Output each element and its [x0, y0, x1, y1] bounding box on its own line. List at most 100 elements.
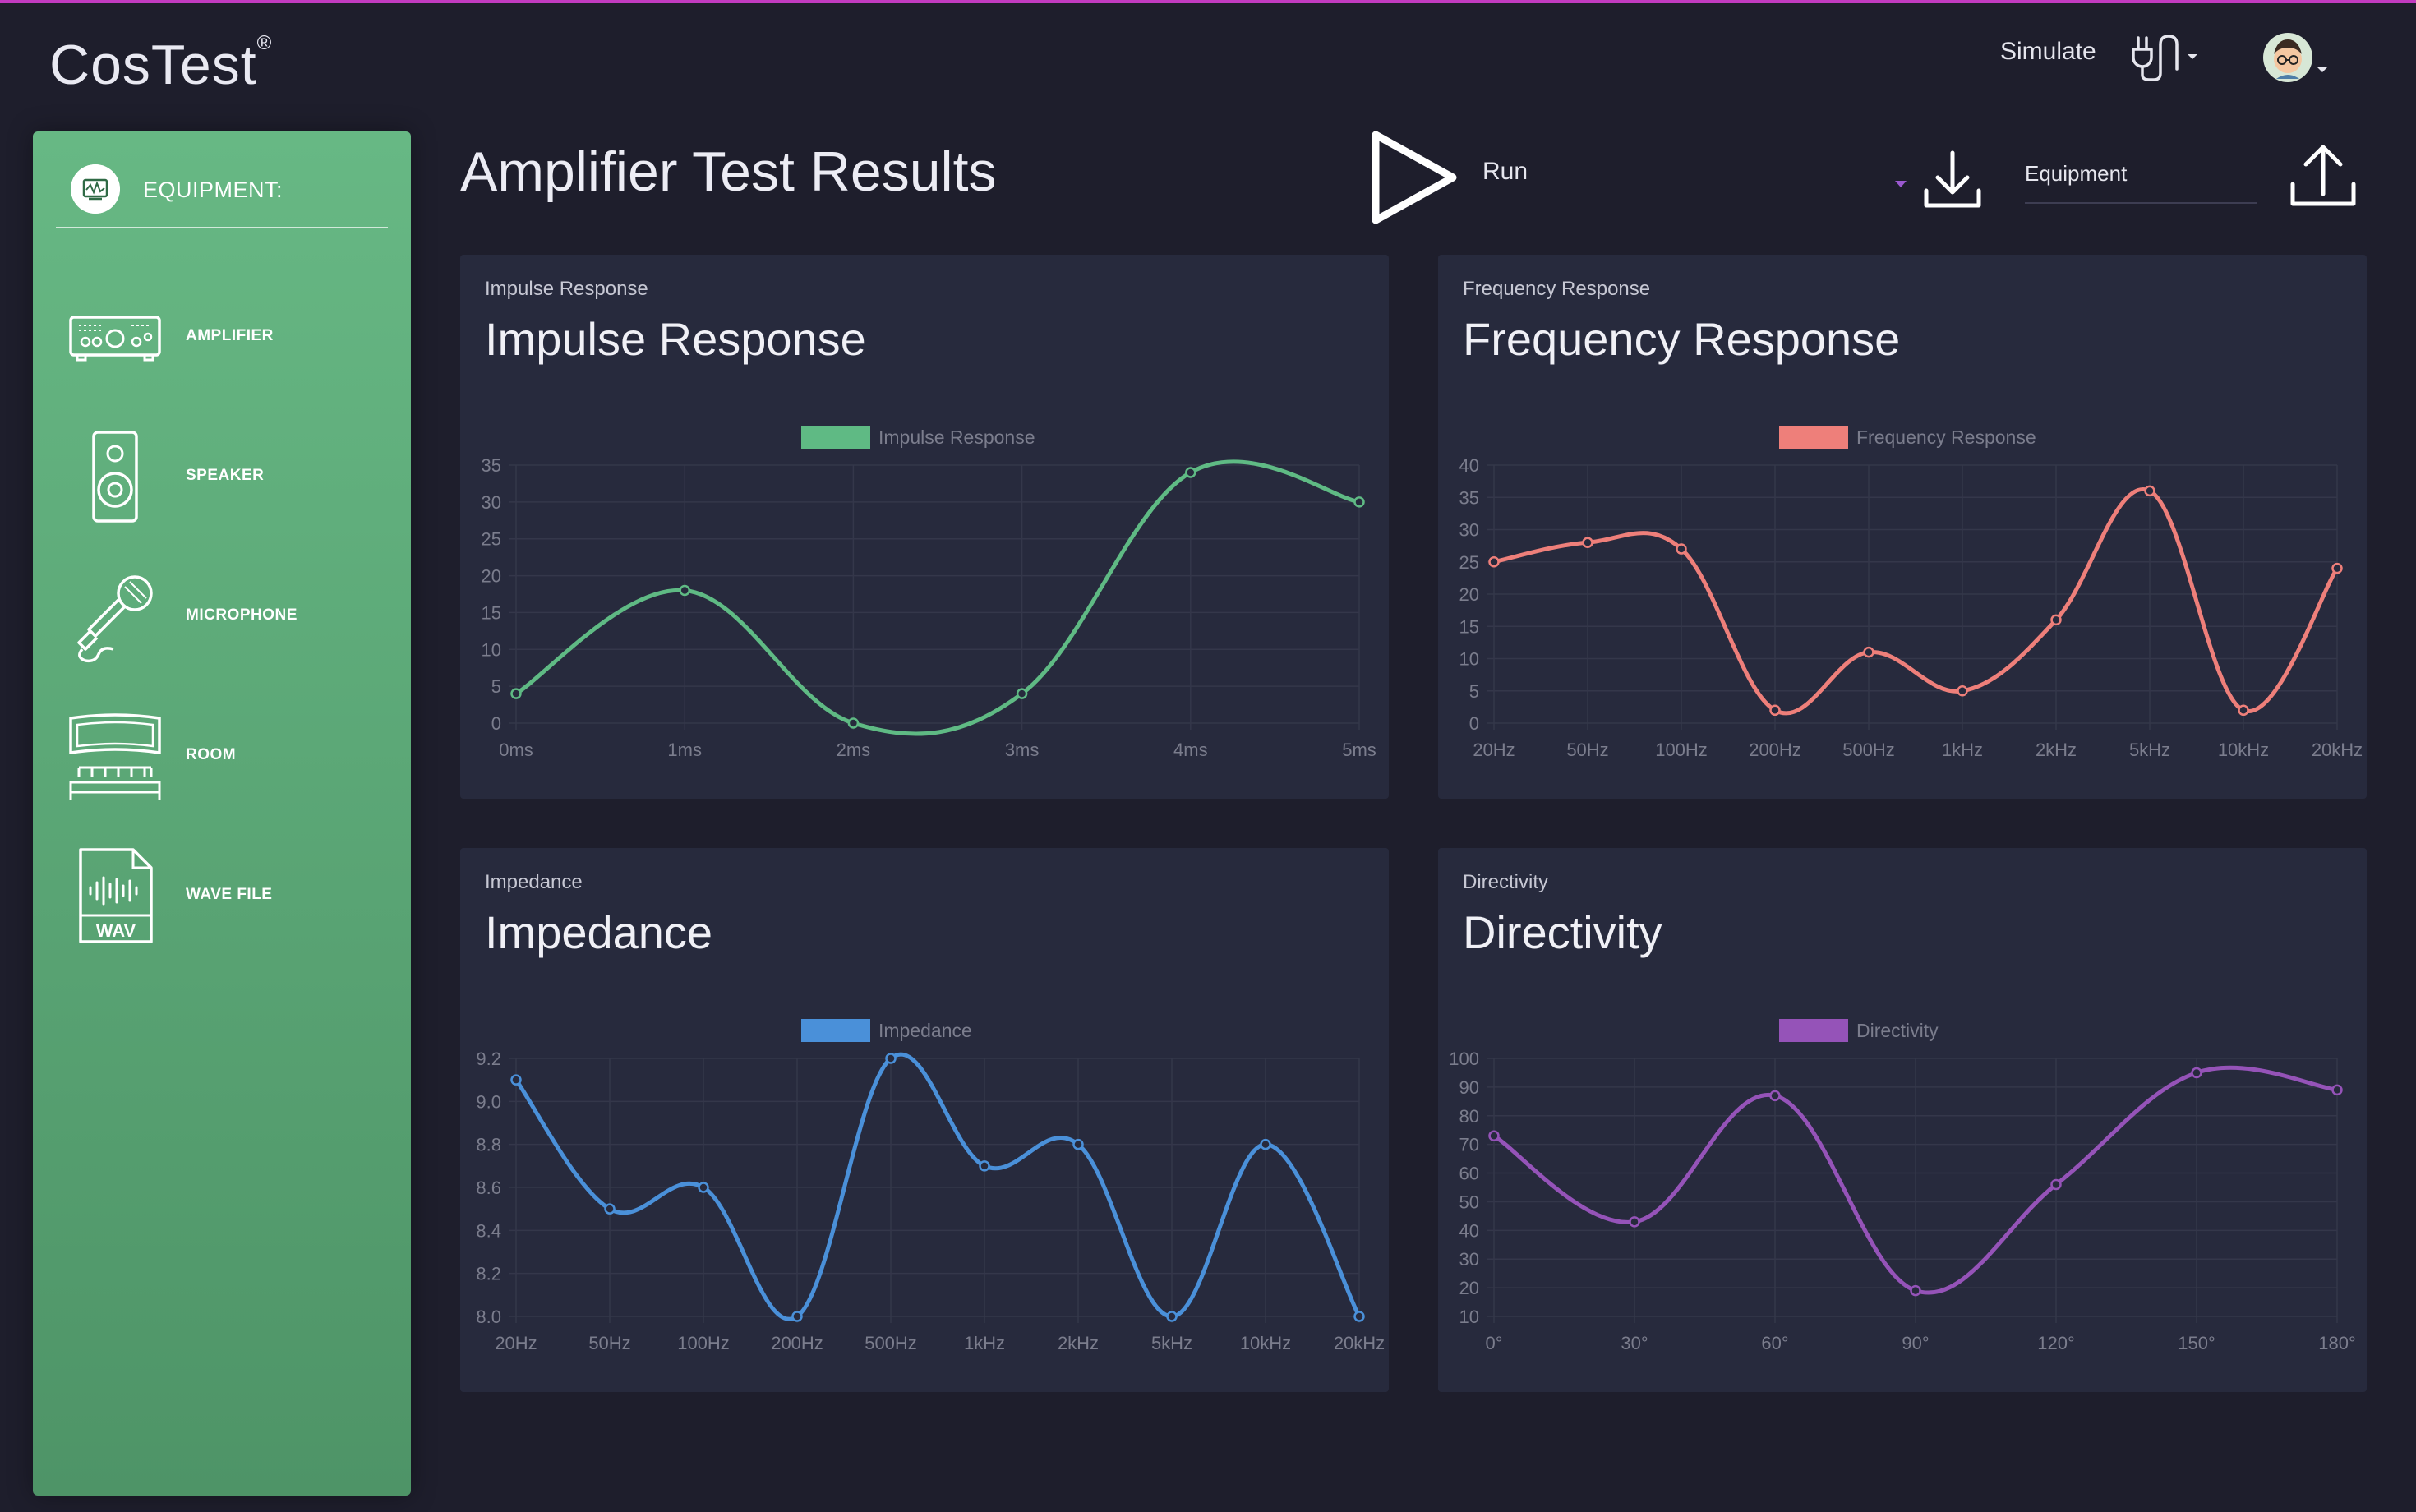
data-point [698, 1182, 709, 1193]
x-tick-label: 2kHz [2036, 740, 2077, 760]
y-tick-label: 30 [1459, 520, 1479, 541]
legend-swatch [801, 1019, 870, 1042]
user-avatar[interactable] [2258, 28, 2332, 85]
sidebar-title: EQUIPMENT: [143, 177, 284, 202]
y-tick-label: 35 [482, 455, 501, 476]
data-point [1016, 688, 1028, 699]
directivity-chart: 10 20 30 40 50 60 70 80 90 100 0° 30° 60° 90° 120° 150°… [1449, 1019, 2356, 1353]
download-icon[interactable] [1920, 148, 1985, 214]
y-tick-label: 30 [482, 492, 501, 513]
data-point [1863, 646, 1874, 658]
data-point [1488, 1130, 1500, 1141]
y-tick-label: 20 [482, 566, 501, 587]
app-logo[interactable]: CosTest® [49, 32, 272, 97]
sidebar-item-label: AMPLIFIER [186, 327, 274, 344]
oscilloscope-icon [71, 164, 120, 214]
x-tick-label: 10kHz [2218, 740, 2269, 760]
y-tick-label: 20 [1459, 1278, 1479, 1298]
sidebar-item-room[interactable]: ROOM [33, 698, 411, 814]
y-tick-label: 10 [1459, 1307, 1479, 1327]
amplifier-icon [69, 316, 161, 362]
y-tick-label: 8.4 [476, 1220, 501, 1241]
series-line [514, 1052, 1362, 1321]
legend-swatch [801, 426, 870, 449]
x-tick-label: 10kHz [1240, 1333, 1291, 1353]
microphone-icon [77, 575, 153, 663]
accent-top-line [0, 0, 2416, 3]
x-tick-label: 5kHz [2129, 740, 2170, 760]
series-line [1493, 486, 2340, 716]
data-point [604, 1203, 616, 1215]
y-tick-label: 8.2 [476, 1264, 501, 1284]
data-point [1676, 543, 1687, 555]
plug-icon[interactable] [2127, 30, 2201, 82]
data-point [1353, 1311, 1365, 1322]
room-icon [69, 713, 161, 800]
data-point [1353, 496, 1365, 508]
sidebar-item-speaker[interactable]: SPEAKER [33, 419, 411, 534]
sidebar-header: EQUIPMENT: [56, 153, 388, 228]
y-tick-label: 100 [1449, 1049, 1479, 1069]
y-tick-label: 35 [1459, 487, 1479, 508]
chart-grid [509, 464, 1360, 730]
x-tick-label: 500Hz [1842, 740, 1895, 760]
sidebar-item-amplifier[interactable]: AMPLIFIER [33, 279, 411, 394]
data-point [2331, 562, 2343, 574]
data-point [2050, 1178, 2062, 1191]
svg-text:WAV: WAV [96, 920, 136, 941]
x-tick-label: 0ms [499, 740, 533, 760]
data-point [2144, 485, 2155, 497]
x-tick-label: 150° [2178, 1333, 2215, 1353]
x-tick-label: 90° [1902, 1333, 1929, 1353]
data-point [1260, 1138, 1271, 1150]
equipment-input[interactable]: Equipment [2025, 156, 2257, 204]
y-tick-label: 10 [1459, 649, 1479, 670]
x-tick-label: 20Hz [495, 1333, 537, 1353]
y-tick-label: 25 [482, 529, 501, 550]
x-tick-label: 200Hz [1749, 740, 1801, 760]
sidebar-item-label: ROOM [186, 746, 237, 763]
sidebar-item-wave-file[interactable]: WAV WAVE FILE [33, 838, 411, 953]
x-tick-label: 5kHz [1151, 1333, 1192, 1353]
x-tick-label: 30° [1621, 1333, 1648, 1353]
y-tick-label: 0 [1469, 713, 1479, 734]
data-point [1769, 704, 1781, 717]
play-icon[interactable] [1364, 123, 1463, 230]
impedance-chart: 8.0 8.2 8.4 8.6 8.8 9.0 9.2 20Hz 50Hz 100Hz 200Hz 5… [476, 1019, 1385, 1353]
simulate-button[interactable]: Simulate [2000, 38, 2096, 66]
data-point [885, 1053, 897, 1064]
data-point [1488, 556, 1500, 568]
data-point [791, 1311, 803, 1322]
y-tick-label: 5 [491, 676, 501, 697]
chart-grid [1487, 1058, 2338, 1323]
y-tick-label: 90 [1459, 1077, 1479, 1098]
frequency-response-card: Frequency Response Frequency Response 05… [1438, 255, 2367, 799]
y-tick-label: 0 [491, 713, 501, 734]
x-tick-label: 50Hz [1566, 740, 1608, 760]
data-point [2050, 614, 2062, 626]
chevron-down-icon[interactable] [1893, 179, 1908, 189]
x-tick-label: 4ms [1173, 740, 1208, 760]
x-tick-label: 120° [2037, 1333, 2075, 1353]
data-point [510, 1074, 522, 1086]
data-point [847, 717, 860, 729]
y-tick-label: 10 [482, 639, 501, 660]
data-point [1769, 1090, 1781, 1102]
data-point [2331, 1084, 2343, 1096]
directivity-card: Directivity Directivity 10 20 30 40 50 60 70 80… [1438, 848, 2367, 1392]
x-tick-label: 50Hz [588, 1333, 630, 1353]
equipment-input-value: Equipment [2025, 161, 2128, 186]
equipment-sidebar: EQUIPMENT: AMPLIFIER SPEAKER MICROPHONE … [33, 131, 411, 1496]
legend-swatch [1779, 1019, 1848, 1042]
data-point [979, 1160, 990, 1172]
y-tick-label: 50 [1459, 1192, 1479, 1212]
upload-icon[interactable] [2286, 141, 2360, 210]
chevron-down-icon [2188, 54, 2197, 59]
y-tick-label: 30 [1459, 1249, 1479, 1270]
sidebar-item-microphone[interactable]: MICROPHONE [33, 559, 411, 674]
x-tick-label: 20Hz [1473, 740, 1515, 760]
run-button[interactable]: Run [1482, 158, 1528, 186]
x-tick-label: 60° [1761, 1333, 1788, 1353]
x-tick-label: 1ms [667, 740, 702, 760]
y-tick-label: 25 [1459, 552, 1479, 573]
